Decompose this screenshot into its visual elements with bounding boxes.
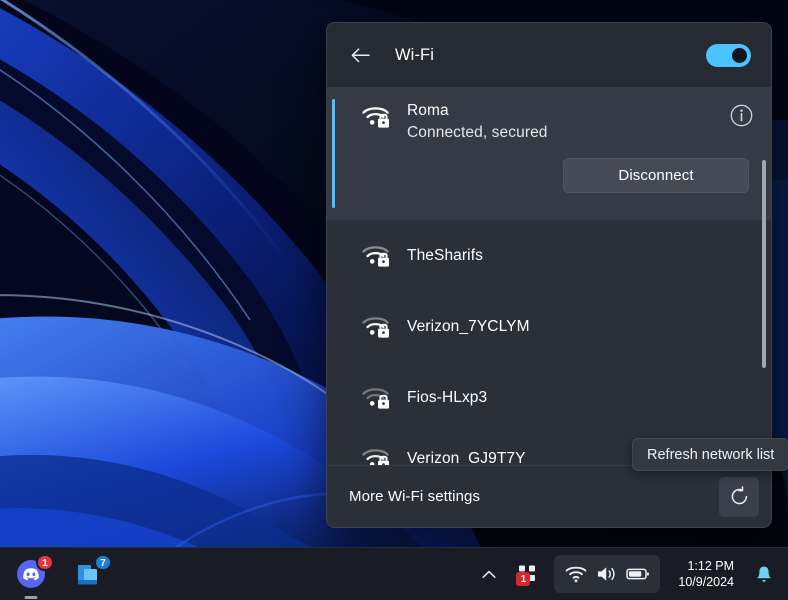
notification-center-button[interactable]: [750, 558, 778, 590]
network-name: Roma: [407, 102, 449, 119]
teams-badge: 1: [516, 572, 531, 586]
app-running-indicator: [24, 596, 38, 599]
network-info-icon[interactable]: [729, 103, 755, 129]
wifi-signal-icon-full: [362, 107, 389, 128]
network-item-fios-hlxp3[interactable]: Fios-HLxp3: [327, 362, 771, 433]
discord-badge: 1: [36, 554, 54, 571]
back-arrow-icon: [351, 47, 370, 62]
selected-accent-bar: [332, 99, 335, 208]
refresh-tooltip: Refresh network list: [632, 438, 788, 471]
taskbar-app-file-explorer[interactable]: 7: [70, 554, 112, 593]
info-circle-icon: [730, 104, 753, 127]
taskbar-clock[interactable]: 1:12 PM 10/9/2024: [673, 555, 739, 593]
network-list[interactable]: Roma Connected, secured Disconnect TheSh…: [327, 87, 771, 465]
tray-overflow-button[interactable]: [474, 557, 504, 591]
network-item-roma[interactable]: Roma Connected, secured Disconnect: [327, 87, 771, 220]
clock-time: 1:12 PM: [687, 559, 734, 573]
more-wifi-settings-link[interactable]: More Wi-Fi settings: [349, 488, 480, 505]
wifi-panel-footer: More Wi-Fi settings: [327, 465, 771, 527]
file-explorer-badge: 7: [94, 554, 112, 571]
system-tray: 1 1:12 PM 10/9/2024: [474, 555, 788, 593]
wifi-signal-icon-weak: [362, 388, 389, 409]
tray-volume-icon-wrap: [595, 562, 619, 586]
wifi-icon: [566, 566, 587, 583]
disconnect-button[interactable]: Disconnect: [563, 158, 749, 193]
taskbar-app-discord[interactable]: 1: [12, 554, 54, 599]
network-text-roma: Roma Connected, secured: [407, 101, 729, 144]
wifi-toggle-knob: [732, 47, 747, 63]
tray-teams-icon-button[interactable]: 1: [512, 557, 544, 591]
network-name: Verizon_7YCLYM: [407, 317, 530, 335]
wifi-signal-icon-1bar: [362, 449, 389, 465]
network-name: Fios-HLxp3: [407, 388, 488, 406]
network-status: Connected, secured: [407, 124, 548, 141]
battery-icon: [626, 568, 650, 580]
network-actions: Disconnect: [361, 158, 755, 193]
network-text-verizon-7yclym: Verizon_7YCLYM: [407, 317, 755, 337]
taskbar-apps: 1 7: [0, 554, 112, 599]
wifi-panel-header: Wi-Fi: [327, 23, 771, 87]
refresh-network-list-button[interactable]: [719, 476, 759, 517]
wifi-signal-icon-2bar: [362, 246, 389, 267]
network-item-thesharifs[interactable]: TheSharifs: [327, 220, 771, 291]
speaker-icon: [598, 567, 616, 581]
chevron-up-icon: [482, 570, 496, 578]
network-item-verizon-7yclym[interactable]: Verizon_7YCLYM: [327, 291, 771, 362]
back-button[interactable]: [343, 38, 377, 72]
clock-date: 10/9/2024: [678, 575, 734, 589]
panel-title: Wi-Fi: [395, 45, 434, 64]
bell-icon: [757, 566, 771, 582]
network-text-fios-hlxp3: Fios-HLxp3: [407, 388, 755, 408]
refresh-icon: [731, 486, 747, 505]
scrollbar-thumb[interactable]: [762, 160, 766, 368]
network-text-thesharifs: TheSharifs: [407, 246, 755, 266]
tray-wifi-icon-wrap: [564, 562, 588, 586]
tray-battery-icon-wrap: [626, 562, 650, 586]
desktop[interactable]: Wi-Fi Roma Connected, secured Disconnect…: [0, 0, 788, 600]
wifi-signal-icon-1bar: [362, 317, 389, 338]
network-name: TheSharifs: [407, 246, 483, 264]
tooltip-text: Refresh network list: [647, 446, 775, 463]
taskbar[interactable]: 1 7 1 1:12 PM 10/9/2024: [0, 547, 788, 600]
quick-settings-button[interactable]: [554, 555, 661, 593]
wifi-toggle-switch[interactable]: [706, 43, 751, 67]
